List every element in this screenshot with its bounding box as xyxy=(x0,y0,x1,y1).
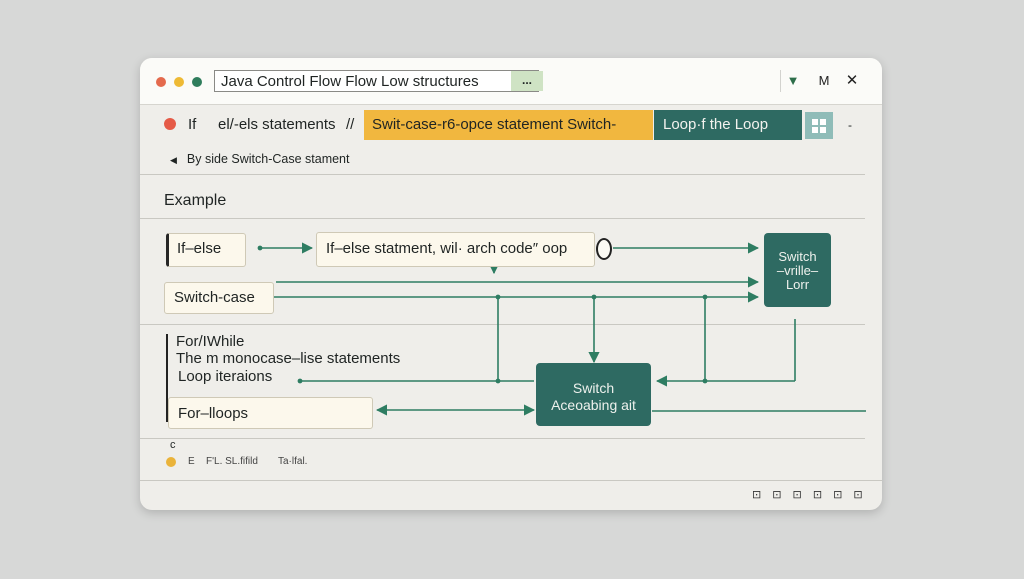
footer-label-c: c xyxy=(170,439,176,451)
footer-text-1: F'L. SL.fifild xyxy=(206,456,258,467)
app-window: Java Control Flow Flow Low structures ..… xyxy=(140,58,882,510)
status-dot-icon xyxy=(166,457,176,467)
node-switch-center[interactable]: Switch Aceoabing ait xyxy=(536,363,651,426)
for-while-line1: The m monocase–lise statements xyxy=(176,350,401,367)
node-switch-loop[interactable]: Switch –vrille– Lorr xyxy=(764,233,831,307)
switch-loop-line3: Lorr xyxy=(785,277,810,292)
switch-loop-line2: –vrille– xyxy=(776,263,819,278)
for-while-title: For/IWhile xyxy=(176,333,245,350)
footer-label-e: E xyxy=(188,456,195,467)
node-if-else[interactable]: If–else xyxy=(166,233,246,267)
status-icons[interactable]: ⊡ ⊡ ⊡ ⊡ ⊡ ⊡ xyxy=(752,488,867,501)
switch-loop-line1: Switch xyxy=(778,249,817,264)
for-while-line2: Loop iteraions xyxy=(178,368,273,385)
node-statement[interactable]: If–else statment, wil· arch code″ oop xyxy=(316,232,595,267)
node-switch-case[interactable]: Switch-case xyxy=(164,282,274,314)
junction-circle xyxy=(596,238,612,260)
footer-text-2: Ta·lfal. xyxy=(278,456,308,467)
switch-center-line2: Aceoabing ait xyxy=(551,397,636,413)
node-for-loops[interactable]: For–lloops xyxy=(168,397,373,429)
switch-center-line1: Switch xyxy=(572,380,615,396)
